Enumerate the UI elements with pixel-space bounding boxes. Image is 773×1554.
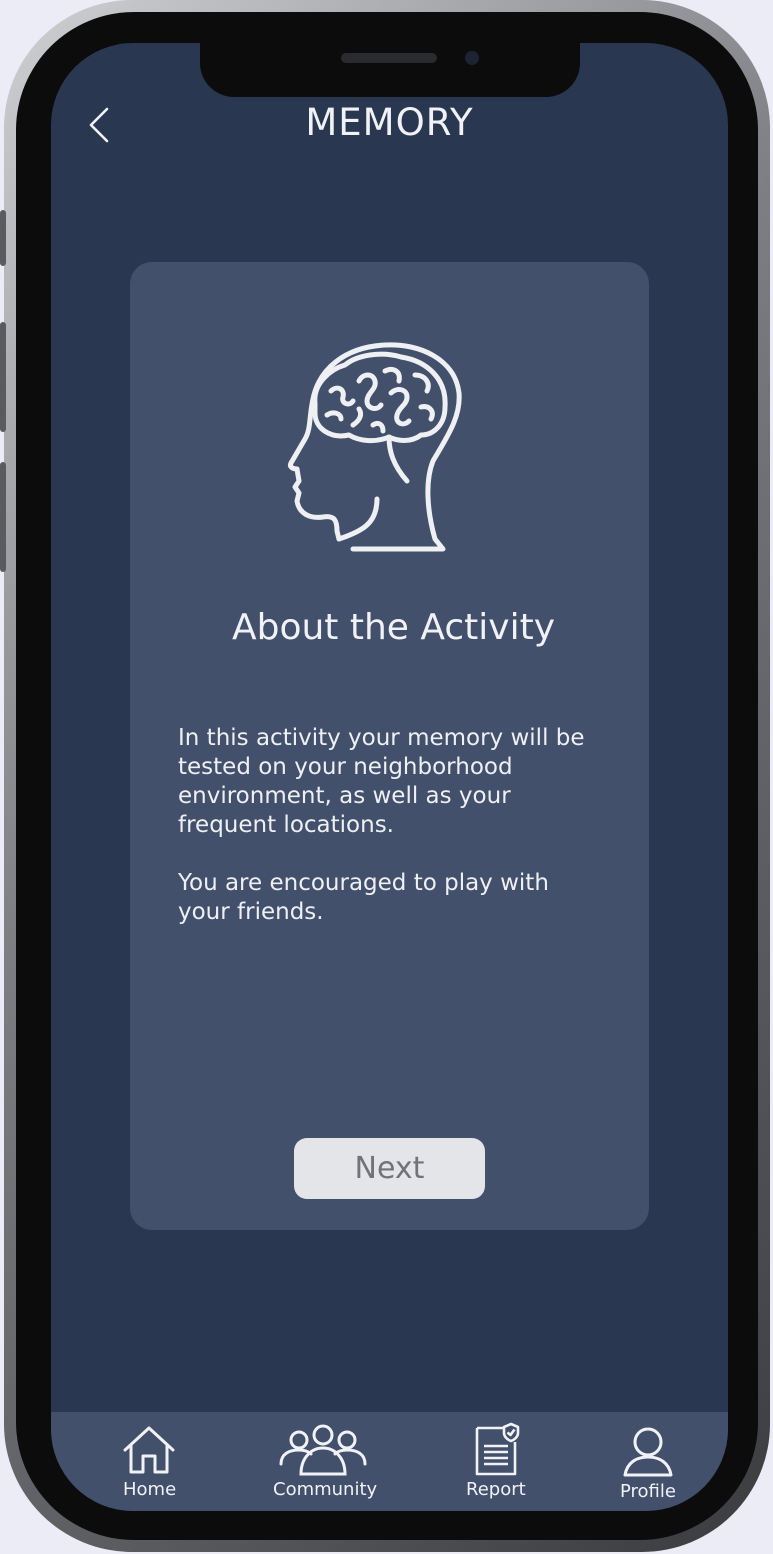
community-icon bbox=[279, 1424, 367, 1476]
app-screen: MEMORY About the Activity In this activi… bbox=[51, 43, 728, 1511]
mute-switch bbox=[0, 210, 6, 266]
page-title: MEMORY bbox=[305, 101, 474, 144]
profile-icon bbox=[623, 1427, 673, 1477]
nav-item-community[interactable]: Community bbox=[269, 1412, 377, 1511]
activity-card: About the Activity In this activity your… bbox=[130, 262, 649, 1230]
volume-up-button bbox=[0, 322, 6, 432]
notch bbox=[200, 43, 580, 97]
card-title: About the Activity bbox=[231, 607, 556, 648]
bottom-nav: Home Community Report Profile bbox=[51, 1412, 728, 1511]
activity-encouragement: You are encouraged to play with your fri… bbox=[178, 870, 549, 925]
home-icon bbox=[123, 1426, 175, 1474]
report-icon bbox=[475, 1422, 520, 1476]
front-camera bbox=[465, 51, 479, 65]
nav-item-home[interactable]: Home bbox=[99, 1412, 199, 1511]
speaker bbox=[341, 53, 437, 63]
nav-label-report: Report bbox=[466, 1479, 526, 1500]
volume-down-button bbox=[0, 462, 6, 572]
activity-description: In this activity your memory will be tes… bbox=[178, 725, 585, 838]
brain-head-icon bbox=[288, 342, 462, 552]
nav-label-community: Community bbox=[273, 1479, 378, 1500]
nav-item-report[interactable]: Report bbox=[461, 1412, 551, 1511]
next-button[interactable]: Next bbox=[294, 1138, 485, 1199]
nav-label-profile: Profile bbox=[620, 1481, 676, 1502]
nav-item-profile[interactable]: Profile bbox=[611, 1412, 683, 1511]
nav-label-home: Home bbox=[123, 1479, 177, 1500]
